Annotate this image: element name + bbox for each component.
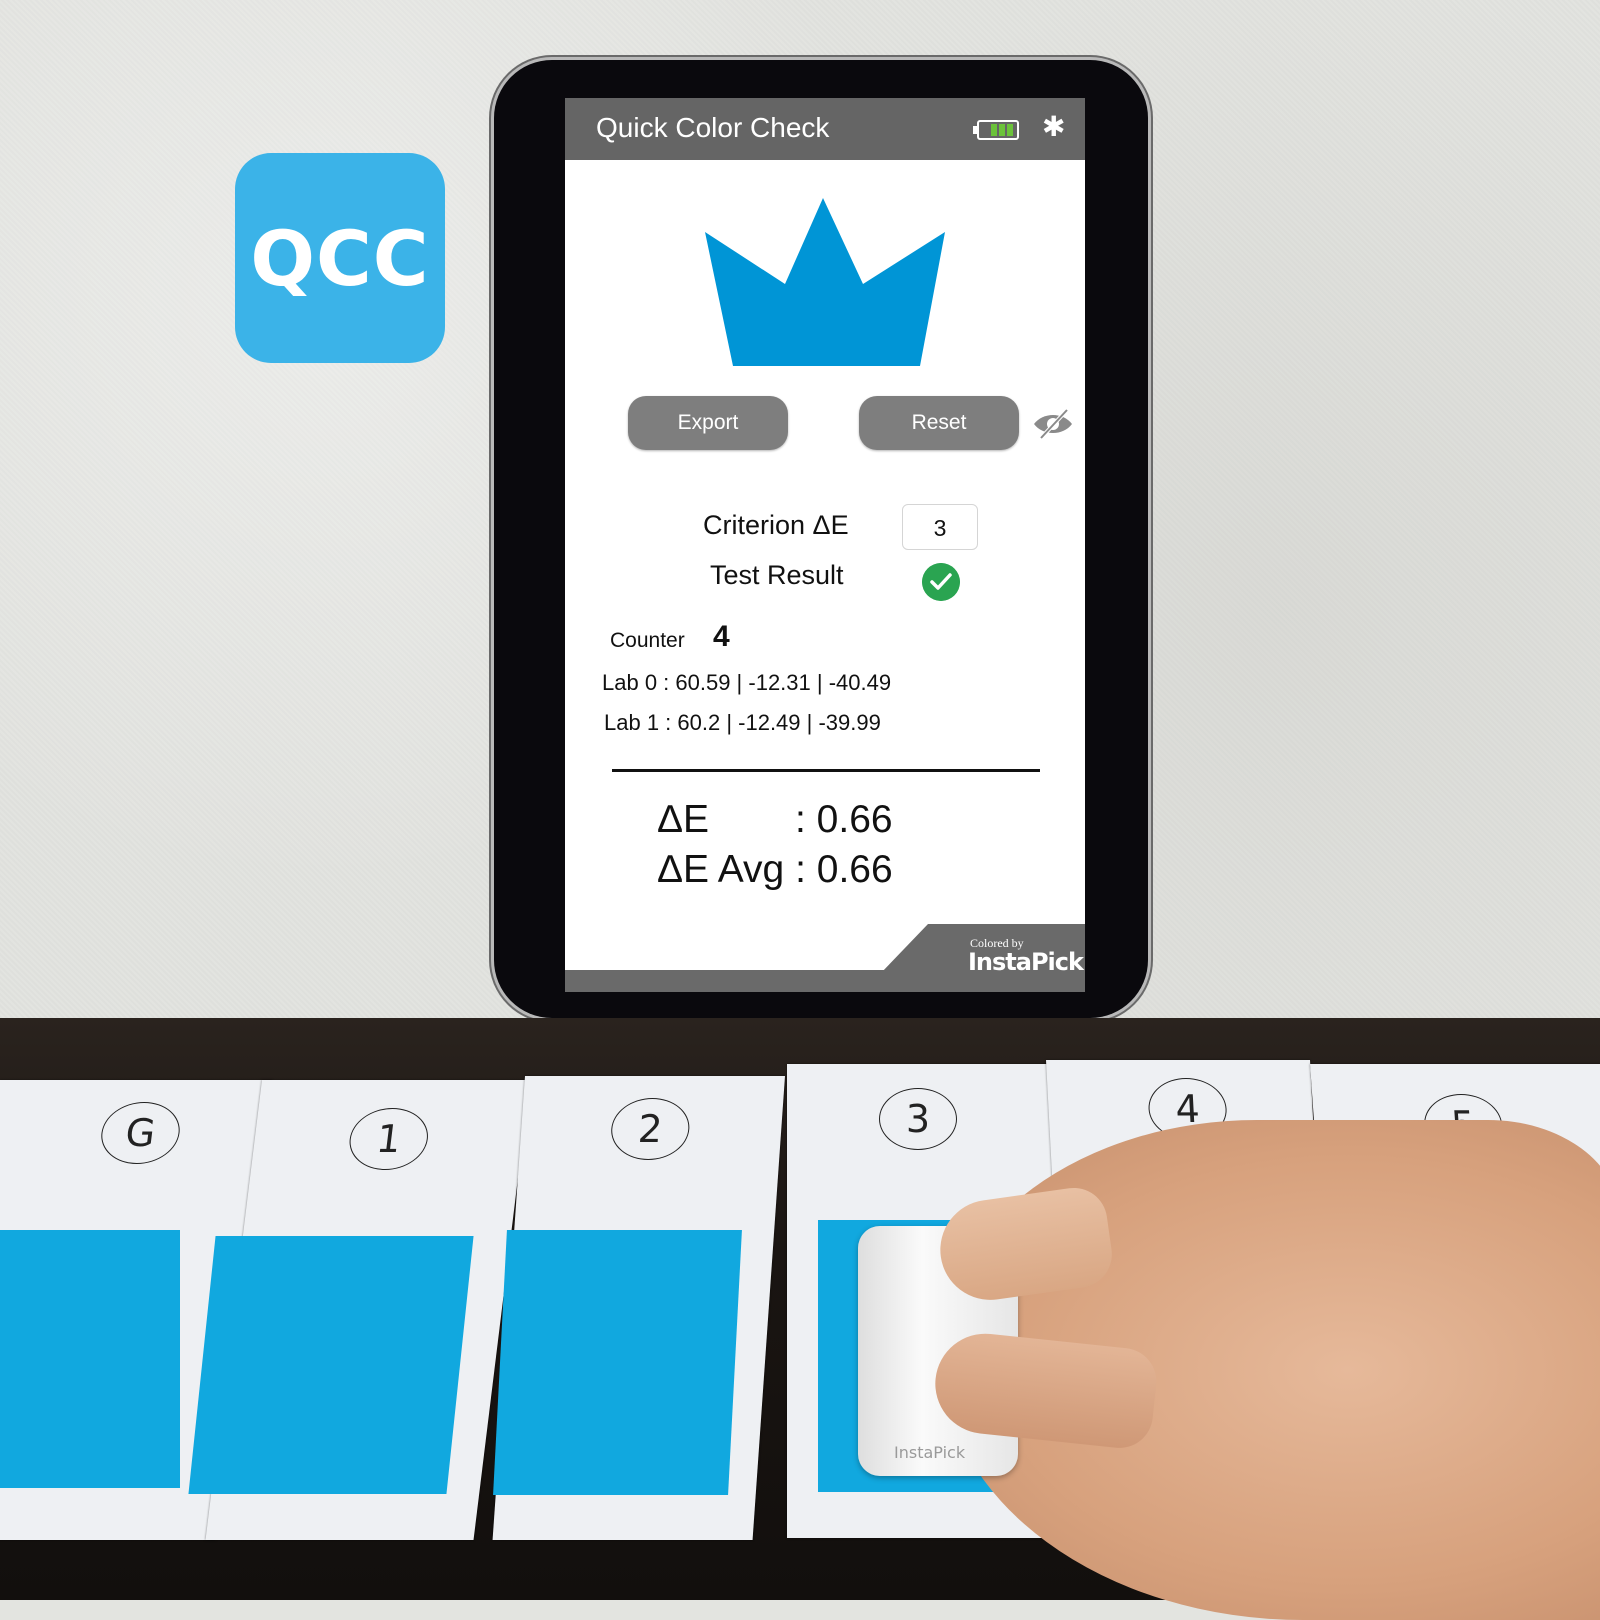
card-label: 1 [345,1108,432,1170]
check-circle-icon [922,563,960,601]
reset-button[interactable]: Reset [859,396,1019,450]
delta-e-label: ΔE [657,798,710,841]
delta-e-avg-label: ΔE Avg [657,848,785,891]
counter-value: 4 [713,620,730,653]
criterion-label: Criterion ΔE [703,510,849,540]
delta-e-avg-value: : 0.66 [795,848,893,891]
divider [612,769,1040,772]
card-swatch-1 [188,1236,474,1494]
counter-label: Counter [610,629,685,652]
instapick-logo: InstaPick [968,948,1084,976]
card-swatch-g [0,1230,180,1488]
card-swatch-2 [493,1230,742,1495]
crown-icon [705,198,945,366]
app-icon-label: QCC [250,213,430,303]
battery-icon [973,120,1019,140]
app-screen: Quick Color Check ✱ Export Reset Criteri… [565,98,1085,992]
test-result-label: Test Result [710,560,844,590]
app-title: Quick Color Check [596,112,830,143]
delta-e-avg-row: ΔE Avg : 0.66 [657,848,893,892]
lab0-reading: Lab 0 : 60.59 | -12.31 | -40.49 [602,670,892,695]
bluetooth-icon[interactable]: ✱ [1042,110,1065,143]
card-label: 3 [879,1088,957,1150]
qcc-app-icon[interactable]: QCC [235,153,445,363]
delta-e-row: ΔE : 0.66 [657,798,893,842]
delta-e-value: : 0.66 [795,798,893,841]
device-brand: InstaPick [894,1443,966,1462]
card-label: G [97,1102,184,1164]
card-label: 2 [609,1098,692,1160]
eye-slash-icon[interactable] [1031,408,1075,440]
criterion-input[interactable]: 3 [902,504,978,550]
export-button[interactable]: Export [628,396,788,450]
title-bar: Quick Color Check ✱ [565,98,1085,160]
lab1-reading: Lab 1 : 60.2 | -12.49 | -39.99 [604,710,881,735]
